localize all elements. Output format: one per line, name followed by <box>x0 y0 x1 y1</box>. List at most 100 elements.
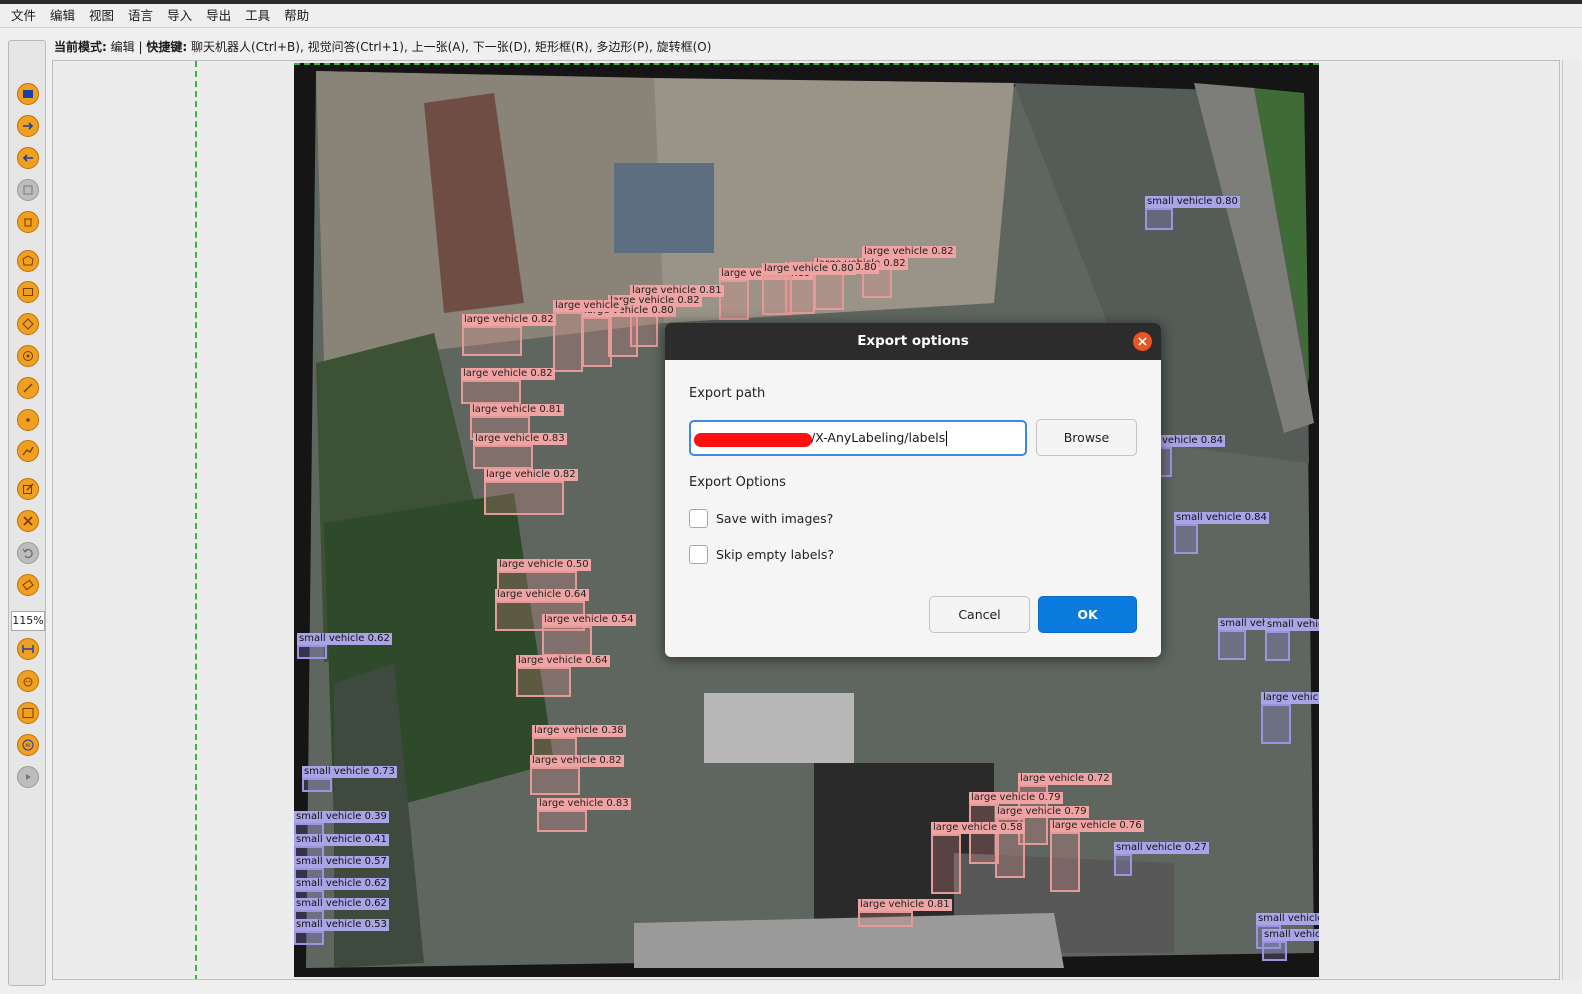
export-path-label: Export path <box>689 386 766 401</box>
menu-item[interactable]: 编辑 <box>43 4 82 28</box>
detection-box[interactable] <box>1050 832 1080 892</box>
detection-label: small vehicle 0.62 <box>294 898 389 910</box>
skip-empty-labels-label: Skip empty labels? <box>716 547 835 562</box>
save-with-images-checkbox[interactable] <box>689 509 708 528</box>
skip-empty-labels-row[interactable]: Skip empty labels? <box>689 545 834 564</box>
skip-empty-labels-checkbox[interactable] <box>689 545 708 564</box>
tool-point-button[interactable] <box>17 409 39 431</box>
browse-button[interactable]: Browse <box>1036 419 1137 456</box>
tool-rectangle-button[interactable] <box>17 281 39 303</box>
tool-brush-button[interactable] <box>17 574 39 596</box>
close-icon <box>23 516 33 526</box>
edit-icon <box>23 483 34 494</box>
detection-box[interactable] <box>931 834 961 894</box>
detection-box[interactable] <box>294 931 324 945</box>
detection-box[interactable] <box>814 270 844 310</box>
detection-label: small vehicle 0.57 <box>294 856 389 868</box>
guide-line <box>195 61 197 979</box>
tool-image-ai-button[interactable] <box>17 702 39 724</box>
detection-label: large vehicle 0.82 <box>462 314 556 326</box>
menu-item[interactable]: 工具 <box>238 4 277 28</box>
dialog-close-button[interactable] <box>1133 332 1152 351</box>
detection-box[interactable] <box>473 445 533 469</box>
detection-label: small vehicle 0.39 <box>294 811 389 823</box>
export-path-input[interactable]: /X-AnyLabeling/labels <box>689 420 1027 456</box>
tool-line-button[interactable] <box>17 377 39 399</box>
tool-save-button[interactable] <box>17 179 39 201</box>
vertical-scrollbar[interactable] <box>1562 60 1580 980</box>
detection-label: large vehicle 0.76 <box>1050 820 1144 832</box>
detection-box[interactable] <box>1262 941 1287 961</box>
export-options-label: Export Options <box>689 475 786 490</box>
dialog-title-bar: Export options <box>665 323 1161 360</box>
zoom-level[interactable]: 115% <box>11 611 45 631</box>
detection-box[interactable] <box>582 317 612 367</box>
detection-box[interactable] <box>462 326 522 356</box>
detection-box[interactable] <box>1145 208 1173 230</box>
save-with-images-row[interactable]: Save with images? <box>689 509 833 528</box>
detection-box[interactable] <box>297 645 327 659</box>
detection-box[interactable] <box>537 810 587 832</box>
detection-box[interactable] <box>516 667 571 697</box>
tool-rotation-button[interactable] <box>17 313 39 335</box>
menu-item[interactable]: 导出 <box>199 4 238 28</box>
tool-edit-button[interactable] <box>17 478 39 500</box>
detection-label: small vehicle 0.78 <box>1256 913 1319 925</box>
detection-label: large vehicle 0.64 <box>495 589 589 601</box>
svg-text:AI: AI <box>25 743 31 749</box>
detection-label: large vehicle 0.80 <box>762 263 856 275</box>
tool-prev-button[interactable] <box>17 147 39 169</box>
tool-next-button[interactable] <box>17 115 39 137</box>
detection-label: large vehicle 0.79 <box>995 806 1089 818</box>
detection-label: large vehicle 0.83 <box>473 433 567 445</box>
rotation-icon <box>22 318 34 330</box>
tool-play-button[interactable] <box>17 766 39 788</box>
detection-box[interactable] <box>1261 704 1291 744</box>
detection-label: large vehicle 0.64 <box>516 655 610 667</box>
detection-label: large vehicle 0.83 <box>537 798 631 810</box>
menu-item[interactable]: 导入 <box>160 4 199 28</box>
detection-box[interactable] <box>530 767 580 795</box>
close-icon <box>1138 337 1147 346</box>
tool-ai-button[interactable]: AI <box>17 734 39 756</box>
menu-item[interactable]: 文件 <box>4 4 43 28</box>
point-icon <box>26 418 30 422</box>
detection-box[interactable] <box>1265 631 1290 661</box>
detection-box[interactable] <box>1218 630 1246 660</box>
tool-polygon-button[interactable] <box>17 250 39 272</box>
save-with-images-label: Save with images? <box>716 511 834 526</box>
detection-label: small vehicle 0.62 <box>294 878 389 890</box>
tool-open-button[interactable] <box>17 83 39 105</box>
menu-item[interactable]: 视图 <box>82 4 121 28</box>
tool-fit-width-button[interactable] <box>17 638 39 660</box>
detection-box[interactable] <box>302 778 332 792</box>
mode-label: 当前模式: <box>54 40 107 54</box>
delete-icon <box>24 218 32 227</box>
shortcuts-value: 聊天机器人(Ctrl+B), 视觉问答(Ctrl+1), 上一张(A), 下一张… <box>187 40 712 54</box>
tool-ai-face-button[interactable] <box>17 670 39 692</box>
detection-box[interactable] <box>484 481 564 515</box>
detection-box[interactable] <box>461 380 521 404</box>
menu-item[interactable]: 帮助 <box>277 4 316 28</box>
detection-box[interactable] <box>1114 854 1132 876</box>
detection-label: large vehicle 0.82 <box>862 246 956 258</box>
tool-circle-button[interactable] <box>17 345 39 367</box>
menu-item[interactable]: 语言 <box>121 4 160 28</box>
detection-box[interactable] <box>553 312 583 372</box>
detection-label: large vehicle 0.54 <box>542 614 636 626</box>
tool-linestrip-button[interactable] <box>17 440 39 462</box>
export-path-value: /X-AnyLabeling/labels <box>811 430 946 445</box>
prev-icon <box>22 154 33 162</box>
detection-label: large vehicle 0.96 <box>1261 692 1319 704</box>
detection-label: small vehicle 0.80 <box>1145 196 1240 208</box>
cancel-button[interactable]: Cancel <box>929 596 1030 633</box>
tool-close-button[interactable] <box>17 510 39 532</box>
detection-box[interactable] <box>542 626 592 656</box>
redaction-mark <box>694 433 812 447</box>
detection-box[interactable] <box>858 911 913 927</box>
ok-button[interactable]: OK <box>1038 596 1137 633</box>
detection-box[interactable] <box>1174 524 1198 554</box>
tool-undo-button[interactable] <box>17 542 39 564</box>
tool-delete-button[interactable] <box>17 211 39 233</box>
detection-box[interactable] <box>762 275 792 315</box>
